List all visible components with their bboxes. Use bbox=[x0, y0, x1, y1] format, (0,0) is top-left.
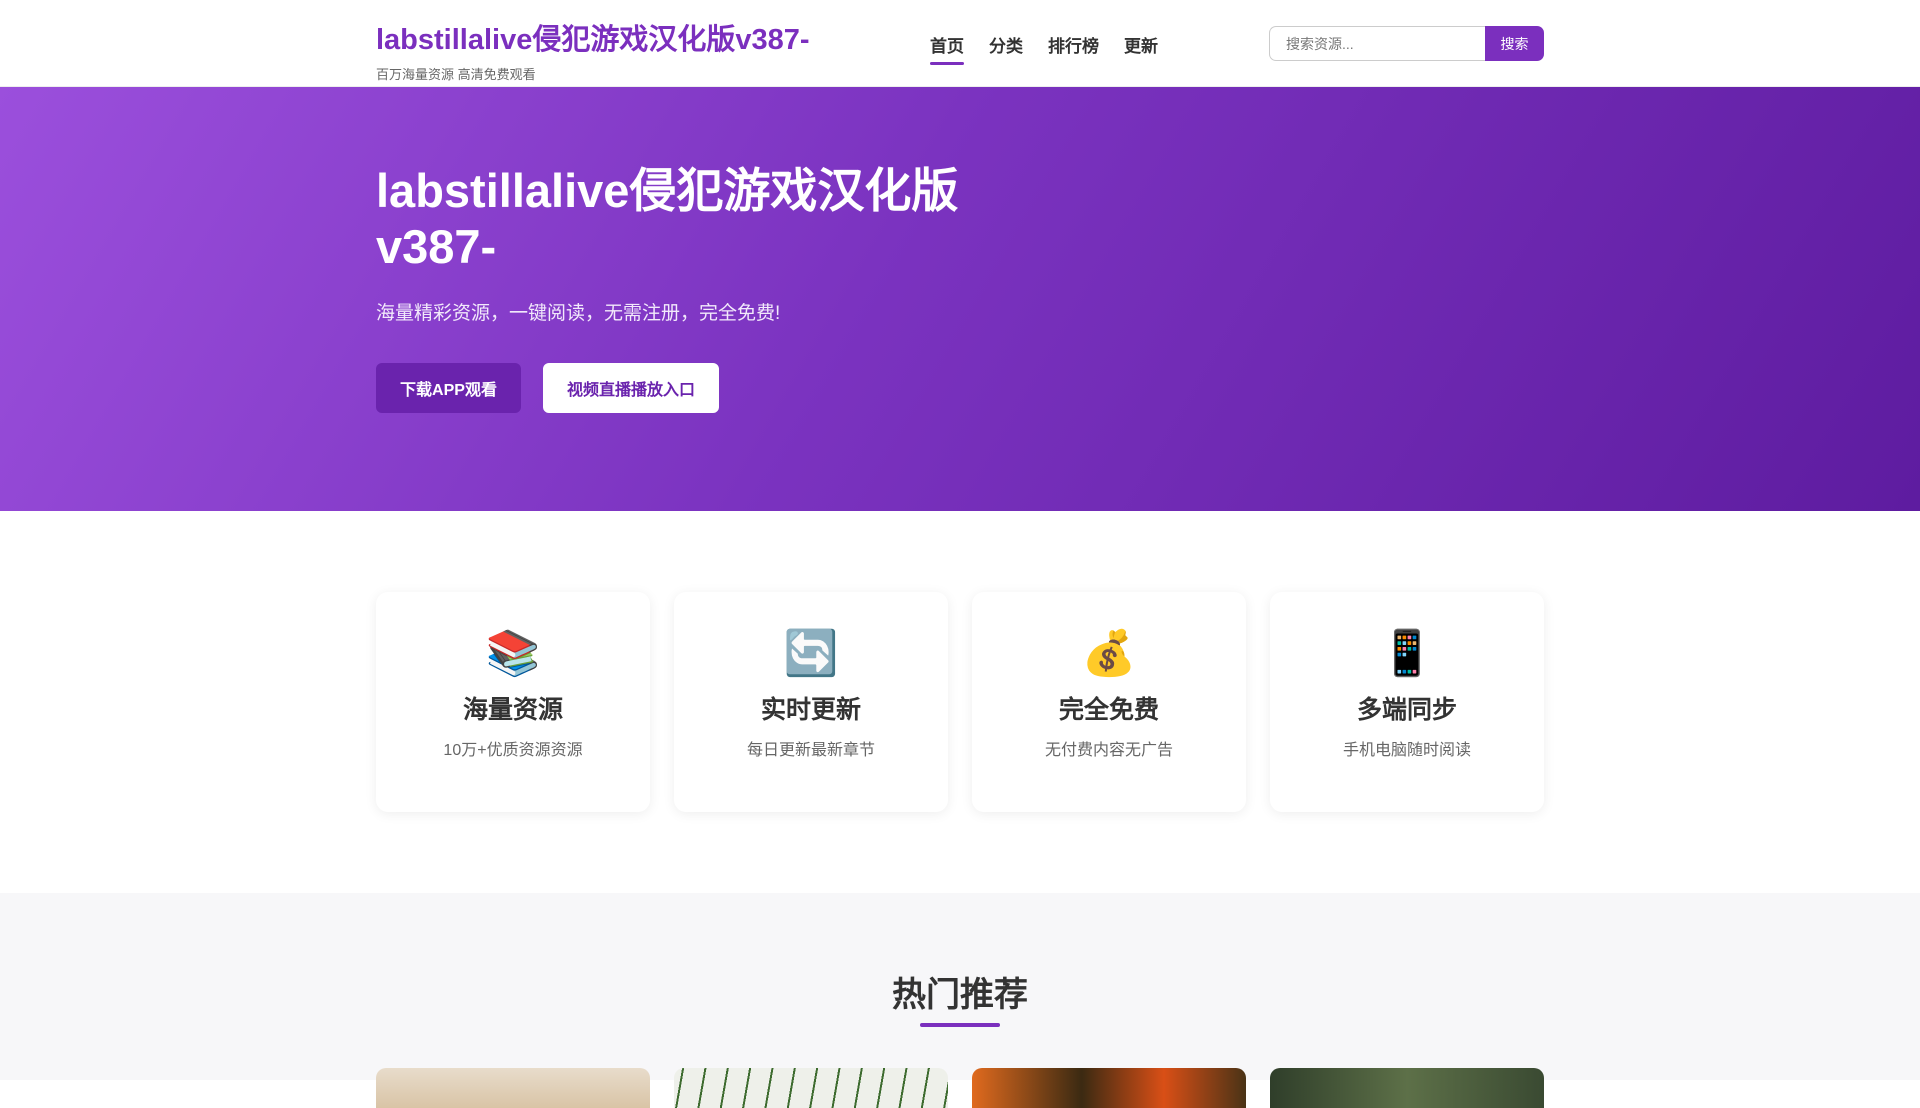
feature-card: 🔄 实时更新 每日更新最新章节 bbox=[674, 592, 948, 812]
recommendation-thumbnail[interactable] bbox=[376, 1068, 650, 1108]
feature-title: 多端同步 bbox=[1356, 696, 1457, 724]
books-icon: 📚 bbox=[485, 629, 541, 678]
brand[interactable]: labstillalive侵犯游戏汉化版v387- 百万海量资源 高清免费观看 bbox=[376, 16, 810, 83]
recommendation-thumbnail[interactable] bbox=[972, 1068, 1246, 1108]
hero-subtitle: 海量精彩资源，一键阅读，无需注册，完全免费! bbox=[376, 303, 781, 324]
section-title: 热门推荐 bbox=[892, 976, 1028, 1014]
main-nav: 首页 分类 排行榜 更新 bbox=[930, 32, 1158, 65]
recommendation-thumbnail[interactable] bbox=[674, 1068, 948, 1108]
search-input[interactable] bbox=[1269, 26, 1485, 61]
nav-item-updates[interactable]: 更新 bbox=[1124, 32, 1158, 65]
nav-item-categories[interactable]: 分类 bbox=[989, 32, 1023, 65]
site-header: labstillalive侵犯游戏汉化版v387- 百万海量资源 高清免费观看 … bbox=[0, 0, 1920, 87]
recommendation-thumbnail[interactable] bbox=[1270, 1068, 1544, 1108]
money-bag-icon: 💰 bbox=[1081, 629, 1137, 678]
feature-desc: 10万+优质资源资源 bbox=[443, 742, 583, 759]
refresh-icon: 🔄 bbox=[783, 629, 839, 678]
feature-card: 💰 完全免费 无付费内容无广告 bbox=[972, 592, 1246, 812]
hero-title: labstillalive侵犯游戏汉化版v387- bbox=[376, 164, 959, 273]
hot-recommendations-section: 热门推荐 bbox=[0, 893, 1920, 1108]
live-stream-button[interactable]: 视频直播播放入口 bbox=[543, 363, 719, 413]
feature-card: 📚 海量资源 10万+优质资源资源 bbox=[376, 592, 650, 812]
nav-item-rankings[interactable]: 排行榜 bbox=[1048, 32, 1099, 65]
feature-desc: 手机电脑随时阅读 bbox=[1342, 742, 1471, 759]
search-button[interactable]: 搜索 bbox=[1485, 26, 1544, 61]
mobile-phone-icon: 📱 bbox=[1379, 629, 1435, 678]
feature-title: 海量资源 bbox=[462, 696, 563, 724]
hero-banner: labstillalive侵犯游戏汉化版v387- 海量精彩资源，一键阅读，无需… bbox=[0, 87, 1920, 511]
feature-title: 实时更新 bbox=[760, 696, 861, 724]
search-bar: 搜索 bbox=[1269, 26, 1544, 61]
feature-title: 完全免费 bbox=[1058, 696, 1159, 724]
title-underline bbox=[920, 1023, 1000, 1027]
site-subtitle: 百万海量资源 高清免费观看 bbox=[376, 67, 536, 82]
nav-item-home[interactable]: 首页 bbox=[930, 32, 964, 65]
site-title[interactable]: labstillalive侵犯游戏汉化版v387- bbox=[376, 16, 810, 58]
feature-card: 📱 多端同步 手机电脑随时阅读 bbox=[1270, 592, 1544, 812]
feature-desc: 无付费内容无广告 bbox=[1044, 742, 1173, 759]
recommendation-grid bbox=[376, 1068, 1544, 1108]
feature-desc: 每日更新最新章节 bbox=[746, 742, 875, 759]
features-section: 📚 海量资源 10万+优质资源资源 🔄 实时更新 每日更新最新章节 💰 完全免费… bbox=[376, 592, 1544, 812]
download-app-button[interactable]: 下载APP观看 bbox=[376, 363, 521, 413]
